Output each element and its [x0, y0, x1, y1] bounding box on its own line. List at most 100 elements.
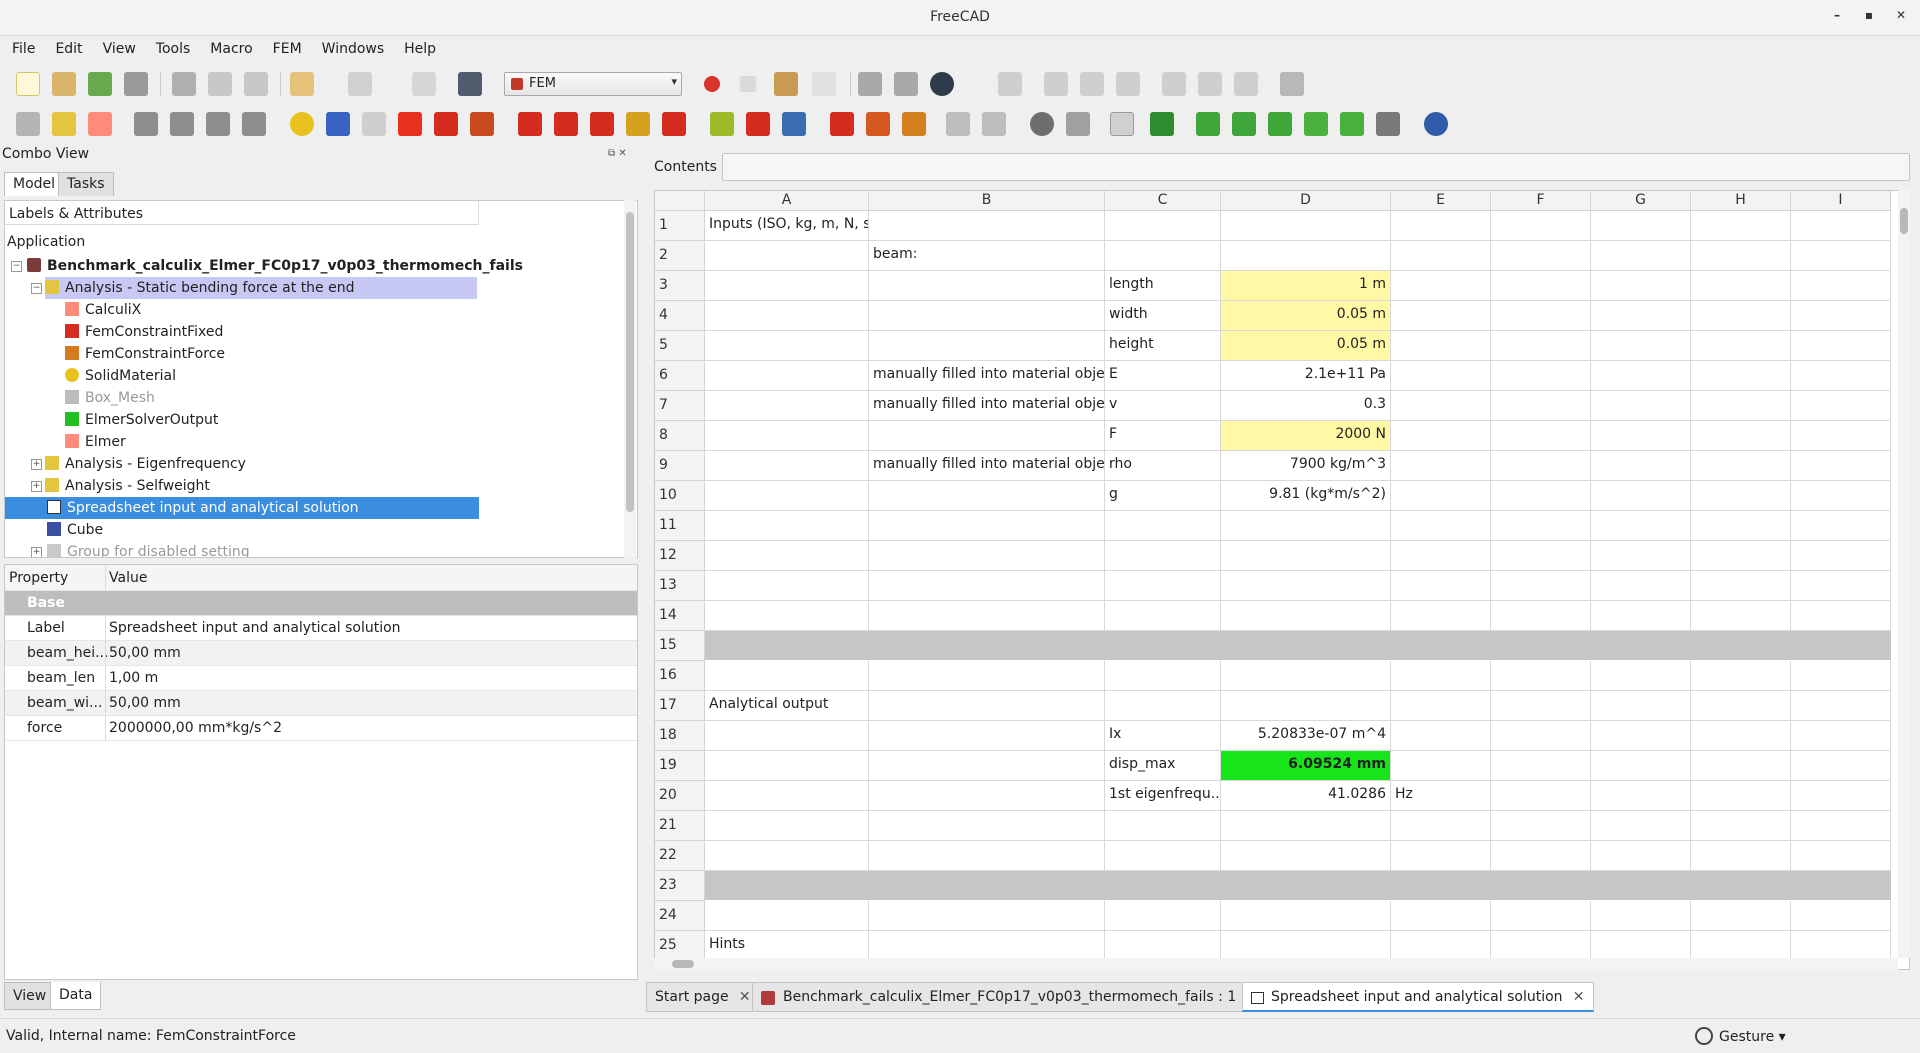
fluid-material-icon[interactable]: [326, 112, 350, 136]
cell-i20[interactable]: [1791, 781, 1891, 811]
constraint-force-icon[interactable]: [710, 112, 734, 136]
row-header-15[interactable]: 15: [655, 631, 705, 661]
workbench-selector[interactable]: FEM ▾: [504, 72, 682, 96]
column-header-f[interactable]: F: [1491, 191, 1591, 211]
tree-item-calculix[interactable]: CalculiX: [65, 299, 141, 321]
cell-i11[interactable]: [1791, 511, 1891, 541]
cell-f6[interactable]: [1491, 361, 1591, 391]
stop-macro-icon[interactable]: [740, 76, 756, 92]
tree-item-elmer-output[interactable]: ElmerSolverOutput: [65, 409, 218, 431]
cell-b6[interactable]: manually filled into material object: [869, 361, 1105, 391]
cell-d10[interactable]: 9.81 (kg*m/s^2): [1221, 481, 1391, 511]
cell-a16[interactable]: [705, 661, 869, 691]
cell-h21[interactable]: [1691, 811, 1791, 841]
row-header-12[interactable]: 12: [655, 541, 705, 571]
cell-e10[interactable]: [1391, 481, 1491, 511]
save-icon[interactable]: [88, 72, 112, 96]
rear-view-icon[interactable]: [1162, 72, 1186, 96]
redo-icon[interactable]: [348, 72, 372, 96]
cell-g16[interactable]: [1591, 661, 1691, 691]
cell-e25[interactable]: [1391, 931, 1491, 961]
cell-i12[interactable]: [1791, 541, 1891, 571]
cell-c10[interactable]: g: [1105, 481, 1221, 511]
expand-icon[interactable]: +: [31, 547, 42, 557]
cell-b20[interactable]: [869, 781, 1105, 811]
cell-a17[interactable]: Analytical output: [705, 691, 869, 721]
mesh-group-icon[interactable]: [206, 112, 230, 136]
doc-tab-start-page[interactable]: Start page ✕: [646, 982, 760, 1012]
cell-g6[interactable]: [1591, 361, 1691, 391]
constraint-contact-icon[interactable]: [626, 112, 650, 136]
row-header-7[interactable]: 7: [655, 391, 705, 421]
row-header-11[interactable]: 11: [655, 511, 705, 541]
cell-c1[interactable]: [1105, 211, 1221, 241]
draw-style-icon[interactable]: [930, 72, 954, 96]
cell-f17[interactable]: [1491, 691, 1591, 721]
cell-f20[interactable]: [1491, 781, 1591, 811]
cell-h10[interactable]: [1691, 481, 1791, 511]
collapse-icon[interactable]: −: [11, 261, 22, 272]
cell-d21[interactable]: [1221, 811, 1391, 841]
cell-h25[interactable]: [1691, 931, 1791, 961]
tree-item-analysis-selfweight[interactable]: Analysis - Selfweight: [45, 475, 210, 497]
close-tab-icon[interactable]: ✕: [739, 989, 751, 1005]
cell-e13[interactable]: [1391, 571, 1491, 601]
cell-f19[interactable]: [1491, 751, 1591, 781]
tree-item-document[interactable]: Benchmark_calculix_Elmer_FC0p17_v0p03_th…: [27, 255, 523, 277]
cell-i25[interactable]: [1791, 931, 1891, 961]
cell-c7[interactable]: v: [1105, 391, 1221, 421]
cell-f14[interactable]: [1491, 601, 1591, 631]
cell-i7[interactable]: [1791, 391, 1891, 421]
row-header-20[interactable]: 20: [655, 781, 705, 811]
cell-e5[interactable]: [1391, 331, 1491, 361]
row-header-21[interactable]: 21: [655, 811, 705, 841]
front-view-icon[interactable]: [1044, 72, 1068, 96]
property-group-row[interactable]: Base: [5, 591, 637, 616]
cell-g24[interactable]: [1591, 901, 1691, 931]
cell-c21[interactable]: [1105, 811, 1221, 841]
cell-f24[interactable]: [1491, 901, 1591, 931]
whats-this-icon[interactable]: [458, 72, 482, 96]
cell-h12[interactable]: [1691, 541, 1791, 571]
tree-item-analysis-static[interactable]: Analysis - Static bending force at the e…: [45, 277, 477, 299]
menu-file[interactable]: File: [0, 36, 43, 57]
column-header-b[interactable]: B: [869, 191, 1105, 211]
cell-b17[interactable]: [869, 691, 1105, 721]
cell-i8[interactable]: [1791, 421, 1891, 451]
menu-windows[interactable]: Windows: [310, 36, 393, 57]
post-data-along-line-icon[interactable]: [1376, 112, 1400, 136]
cell-c2[interactable]: [1105, 241, 1221, 271]
result-icon[interactable]: [1066, 112, 1090, 136]
cell-g22[interactable]: [1591, 841, 1691, 871]
cell-g1[interactable]: [1591, 211, 1691, 241]
paste-icon[interactable]: [244, 72, 268, 96]
cell-f16[interactable]: [1491, 661, 1591, 691]
cell-g2[interactable]: [1591, 241, 1691, 271]
cell-a4[interactable]: [705, 301, 869, 331]
tab-view[interactable]: View: [4, 982, 56, 1010]
row-header-2[interactable]: 2: [655, 241, 705, 271]
cell-e18[interactable]: [1391, 721, 1491, 751]
top-view-icon[interactable]: [1080, 72, 1104, 96]
cell-i3[interactable]: [1791, 271, 1891, 301]
cell-d19[interactable]: 6.09524 mm: [1221, 751, 1391, 781]
constraint-plane-rotation-icon[interactable]: [590, 112, 614, 136]
cell-b7[interactable]: manually filled into material object: [869, 391, 1105, 421]
cell-b4[interactable]: [869, 301, 1105, 331]
cell-d16[interactable]: [1221, 661, 1391, 691]
isometric-view-icon[interactable]: [998, 72, 1022, 96]
expand-icon[interactable]: +: [31, 459, 42, 470]
cell-e20[interactable]: Hz: [1391, 781, 1491, 811]
cell-i18[interactable]: [1791, 721, 1891, 751]
cell-d5[interactable]: 0.05 m: [1221, 331, 1391, 361]
copy-icon[interactable]: [208, 72, 232, 96]
cell-i24[interactable]: [1791, 901, 1891, 931]
post-sphere-icon[interactable]: [1424, 112, 1448, 136]
expand-icon[interactable]: +: [31, 481, 42, 492]
cell-h2[interactable]: [1691, 241, 1791, 271]
cell-i14[interactable]: [1791, 601, 1891, 631]
cell-g25[interactable]: [1591, 931, 1691, 961]
cell-g7[interactable]: [1591, 391, 1691, 421]
solver-control-icon[interactable]: [946, 112, 970, 136]
cell-a14[interactable]: [705, 601, 869, 631]
